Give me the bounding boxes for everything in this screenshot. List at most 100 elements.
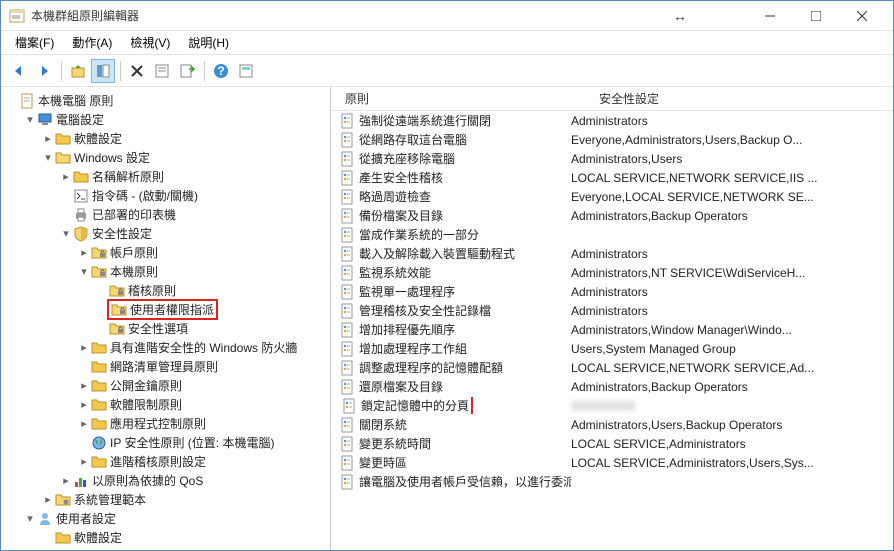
tree-root[interactable]: 本機電腦 原則 xyxy=(1,91,330,110)
folder-icon xyxy=(73,226,89,242)
column-header-name[interactable]: 原則 xyxy=(331,90,591,107)
titlebar: 本機群組原則編輯器 ↔ xyxy=(1,1,893,31)
cell-policy-name: 載入及解除載入裝置驅動程式 xyxy=(331,245,571,262)
folder-icon xyxy=(19,93,35,109)
tree-label: 安全性設定 xyxy=(92,225,152,242)
expander-icon[interactable]: ▸ xyxy=(41,132,55,145)
list-row[interactable]: 增加排程優先順序Administrators,Window Manager\Wi… xyxy=(331,320,893,339)
export-button[interactable] xyxy=(175,59,199,83)
tree-label: 使用者設定 xyxy=(56,510,116,527)
list-row[interactable]: 變更系統時間LOCAL SERVICE,Administrators xyxy=(331,434,893,453)
folder-icon xyxy=(91,435,107,451)
expander-icon[interactable]: ▾ xyxy=(23,113,37,126)
tree-pane[interactable]: 本機電腦 原則▾電腦設定▸軟體設定▾Windows 設定▸名稱解析原則指令碼 -… xyxy=(1,87,331,550)
list-row[interactable]: 關閉系統Administrators,Users,Backup Operator… xyxy=(331,415,893,434)
menu-help[interactable]: 說明(H) xyxy=(180,31,237,54)
tree-app-control[interactable]: ▸應用程式控制原則 xyxy=(1,414,330,433)
expander-icon[interactable]: ▸ xyxy=(41,493,55,506)
close-button[interactable] xyxy=(839,2,885,30)
tree-audit-policy[interactable]: 稽核原則 xyxy=(1,281,330,300)
tree-software-settings[interactable]: ▸軟體設定 xyxy=(1,129,330,148)
refresh-button[interactable] xyxy=(234,59,258,83)
list-row[interactable]: 強制從遠端系統進行關閉Administrators xyxy=(331,111,893,130)
tree-qos[interactable]: ▸以原則為依據的 QoS xyxy=(1,471,330,490)
tree-user-rights[interactable]: 使用者權限指派 xyxy=(1,300,330,319)
list-row[interactable]: 略過周遊檢查Everyone,LOCAL SERVICE,NETWORK SE.… xyxy=(331,187,893,206)
menu-file[interactable]: 檔案(F) xyxy=(7,31,62,54)
tree-ipsec[interactable]: IP 安全性原則 (位置: 本機電腦) xyxy=(1,433,330,452)
cell-security-setting: Administrators,Users xyxy=(571,152,893,166)
tree-truncated[interactable]: 軟體設定 xyxy=(1,528,330,547)
tree-user-config[interactable]: ▾ 使用者設定 xyxy=(1,509,330,528)
expander-icon[interactable]: ▸ xyxy=(77,455,91,468)
expander-icon[interactable]: ▸ xyxy=(59,170,73,183)
policy-icon xyxy=(339,132,355,148)
tree-local-policies[interactable]: ▾本機原則 xyxy=(1,262,330,281)
tree-security-options[interactable]: 安全性選項 xyxy=(1,319,330,338)
cell-policy-name: 變更系統時間 xyxy=(331,435,571,452)
list-row[interactable]: 還原檔案及目錄Administrators,Backup Operators xyxy=(331,377,893,396)
tree-public-key[interactable]: ▸公開金鑰原則 xyxy=(1,376,330,395)
tree-name-resolution[interactable]: ▸名稱解析原則 xyxy=(1,167,330,186)
policy-icon xyxy=(339,303,355,319)
list-pane[interactable]: 原則 安全性設定 強制從遠端系統進行關閉Administrators從網路存取這… xyxy=(331,87,893,550)
folder-icon xyxy=(91,359,107,375)
tree-software-restrict[interactable]: ▸軟體限制原則 xyxy=(1,395,330,414)
policy-icon xyxy=(339,417,355,433)
list-row[interactable]: 產生安全性稽核LOCAL SERVICE,NETWORK SERVICE,IIS… xyxy=(331,168,893,187)
list-row[interactable]: 變更時區LOCAL SERVICE,Administrators,Users,S… xyxy=(331,453,893,472)
list-row[interactable]: 從擴充座移除電腦Administrators,Users xyxy=(331,149,893,168)
tree-account-policies[interactable]: ▸帳戶原則 xyxy=(1,243,330,262)
list-row[interactable]: 調整處理程序的記憶體配額LOCAL SERVICE,NETWORK SERVIC… xyxy=(331,358,893,377)
expander-icon[interactable]: ▸ xyxy=(59,474,73,487)
tree-security-settings[interactable]: ▾ 安全性設定 xyxy=(1,224,330,243)
expander-icon[interactable]: ▾ xyxy=(77,265,91,278)
show-hide-button[interactable] xyxy=(91,59,115,83)
list-row[interactable]: 備份檔案及目錄Administrators,Backup Operators xyxy=(331,206,893,225)
expander-icon[interactable]: ▸ xyxy=(77,417,91,430)
tree-computer-config[interactable]: ▾電腦設定 xyxy=(1,110,330,129)
content-area: 本機電腦 原則▾電腦設定▸軟體設定▾Windows 設定▸名稱解析原則指令碼 -… xyxy=(1,87,893,550)
tree-windows-settings[interactable]: ▾Windows 設定 xyxy=(1,148,330,167)
list-row[interactable]: 增加處理程序工作組Users,System Managed Group xyxy=(331,339,893,358)
app-icon xyxy=(9,8,25,24)
list-row[interactable]: 鎖定記憶體中的分頁XXXXXXXX xyxy=(331,396,893,415)
list-row[interactable]: 監視單一處理程序Administrators xyxy=(331,282,893,301)
cell-security-setting: Administrators,Window Manager\Windo... xyxy=(571,323,893,337)
list-row[interactable]: 監視系統效能Administrators,NT SERVICE\WdiServi… xyxy=(331,263,893,282)
delete-button[interactable] xyxy=(125,59,149,83)
tree-scripts[interactable]: 指令碼 - (啟動/關機) xyxy=(1,186,330,205)
menu-action[interactable]: 動作(A) xyxy=(64,31,120,54)
list-row[interactable]: 管理稽核及安全性記錄檔Administrators xyxy=(331,301,893,320)
expander-icon[interactable]: ▸ xyxy=(77,379,91,392)
tree-advanced-audit[interactable]: ▸進階稽核原則設定 xyxy=(1,452,330,471)
cell-policy-name: 強制從遠端系統進行關閉 xyxy=(331,112,571,129)
back-button[interactable] xyxy=(7,59,31,83)
menu-view[interactable]: 檢視(V) xyxy=(122,31,178,54)
forward-button[interactable] xyxy=(32,59,56,83)
list-row[interactable]: 從網路存取這台電腦Everyone,Administrators,Users,B… xyxy=(331,130,893,149)
expander-icon[interactable]: ▾ xyxy=(23,512,37,525)
up-button[interactable] xyxy=(66,59,90,83)
list-row[interactable]: 當成作業系統的一部分 xyxy=(331,225,893,244)
expander-icon[interactable]: ▾ xyxy=(59,227,73,240)
tree-deployed-printers[interactable]: 已部署的印表機 xyxy=(1,205,330,224)
minimize-button[interactable] xyxy=(747,2,793,30)
tree-label: 指令碼 - (啟動/關機) xyxy=(92,187,198,204)
expander-icon[interactable]: ▸ xyxy=(77,398,91,411)
tree-firewall[interactable]: ▸具有進階安全性的 Windows 防火牆 xyxy=(1,338,330,357)
maximize-button[interactable] xyxy=(793,2,839,30)
list-row[interactable]: 載入及解除載入裝置驅動程式Administrators xyxy=(331,244,893,263)
tree-admin-templates[interactable]: ▸系統管理範本 xyxy=(1,490,330,509)
cell-policy-name: 鎖定記憶體中的分頁 xyxy=(331,397,571,414)
expander-icon[interactable]: ▾ xyxy=(41,151,55,164)
help-button[interactable]: ? xyxy=(209,59,233,83)
expander-icon[interactable]: ▸ xyxy=(77,341,91,354)
cell-security-setting: Administrators,NT SERVICE\WdiServiceH... xyxy=(571,266,893,280)
svg-text:?: ? xyxy=(217,64,224,78)
properties-button[interactable] xyxy=(150,59,174,83)
expander-icon[interactable]: ▸ xyxy=(77,246,91,259)
column-header-security[interactable]: 安全性設定 xyxy=(591,90,893,107)
tree-network-list[interactable]: 網路清單管理員原則 xyxy=(1,357,330,376)
list-row[interactable]: 讓電腦及使用者帳戶受信賴，以進行委派 xyxy=(331,472,893,491)
